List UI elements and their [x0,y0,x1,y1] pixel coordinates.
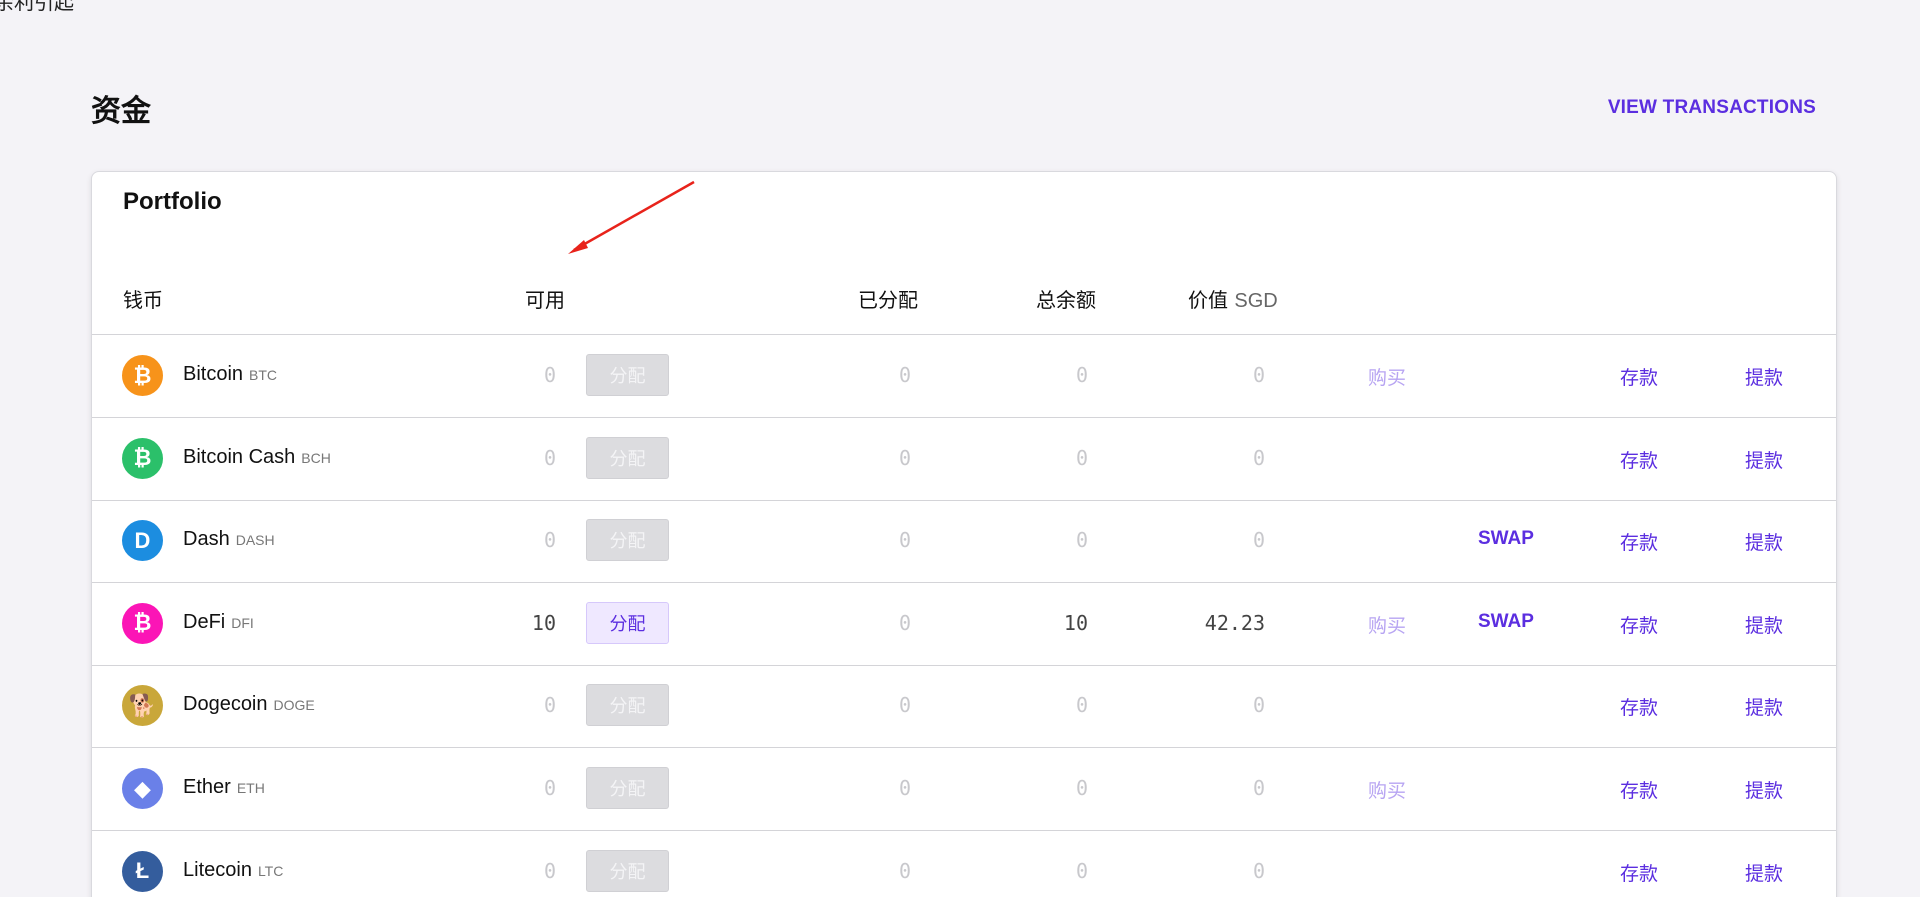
coin-symbol: BCH [301,449,331,466]
available-amount: 0 [543,363,556,387]
annotation-arrow-icon [568,180,695,254]
buy-button[interactable]: 购买 [1368,776,1406,803]
available-amount: 0 [543,858,556,883]
table-header: 钱币 可用 已分配 总余额 价值 SGD [92,268,1836,335]
total-amount: 0 [1075,528,1088,553]
coin-symbol: DFI [231,614,254,631]
coin-symbol: LTC [257,862,284,879]
total-amount: 0 [1075,693,1088,718]
deposit-button[interactable]: 存款 [1620,528,1658,555]
withdraw-button[interactable]: 提款 [1745,693,1783,720]
withdraw-button[interactable]: 提款 [1745,776,1783,803]
value-amount: 42.23 [1204,610,1265,635]
total-amount: 0 [1075,858,1088,883]
funds-page: 余利引起 资金 VIEW TRANSACTIONS Portfolio 钱币 可… [0,0,1920,897]
value-amount: 0 [1252,858,1265,883]
available-amount: 10 [531,610,556,635]
allocate-button[interactable]: 分配 [586,519,669,562]
portfolio-card: Portfolio 钱币 可用 已分配 总余额 价值 SGD ₿ Bitcoin B… [91,171,1837,897]
column-total: 总余额 [1036,288,1096,312]
column-value-label: 价值 [1188,288,1228,312]
deposit-button[interactable]: 存款 [1620,363,1658,390]
value-amount: 0 [1252,693,1265,718]
column-value: 价值 SGD [1188,284,1278,313]
litecoin-icon: Ł [122,850,163,892]
table-row: ◆ Ether ETH 0 分配 0 0 0 购买 存款 提款 [92,748,1836,831]
withdraw-button[interactable]: 提款 [1745,363,1783,390]
allocated-amount: 0 [898,610,911,635]
withdraw-button[interactable]: 提款 [1745,528,1783,555]
allocated-amount: 0 [898,776,911,800]
allocate-button[interactable]: 分配 [586,354,669,396]
allocate-button[interactable]: 分配 [586,601,669,644]
page-title: 资金 [91,94,151,129]
available-amount: 0 [543,776,556,800]
total-amount: 0 [1075,445,1088,470]
deposit-button[interactable]: 存款 [1620,611,1658,638]
withdraw-button[interactable]: 提款 [1745,859,1783,886]
portfolio-title: Portfolio [123,188,222,215]
allocated-amount: 0 [898,693,911,718]
coin-symbol: DOGE [273,697,315,714]
column-available: 可用 [525,288,565,312]
total-amount: 0 [1075,776,1088,800]
bitcoin-icon: ₿ [122,355,163,396]
withdraw-button[interactable]: 提款 [1745,611,1783,638]
buy-button[interactable]: 购买 [1368,611,1406,638]
total-amount: 0 [1075,363,1088,387]
coin-symbol: DASH [235,532,275,549]
allocated-amount: 0 [898,858,911,883]
dash-icon: D [122,520,163,562]
allocate-button[interactable]: 分配 [586,849,669,892]
table-row: 🐕 Dogecoin DOGE 0 分配 0 0 0 存款 提款 [92,665,1836,749]
available-amount: 0 [543,445,556,470]
coin-name: Dash DASH [183,528,275,551]
top-clipped-text: 余利引起 [0,0,74,14]
table-row: ₿ DeFi DFI 10 分配 0 10 42.23 购买 SWAP 存款 提款 [92,583,1836,666]
total-amount: 10 [1063,610,1088,635]
table-row: ₿ Bitcoin Cash BCH 0 分配 0 0 0 存款 提款 [92,418,1836,501]
value-amount: 0 [1252,363,1265,387]
value-amount: 0 [1252,528,1265,553]
column-currency: 钱币 [123,288,163,312]
allocate-button[interactable]: 分配 [586,436,669,479]
available-amount: 0 [543,693,556,718]
coin-name: DeFi DFI [183,610,254,633]
deposit-button[interactable]: 存款 [1620,446,1658,473]
view-transactions-link[interactable]: VIEW TRANSACTIONS [1608,97,1816,119]
coin-name: Bitcoin Cash BCH [183,445,331,468]
deposit-button[interactable]: 存款 [1620,776,1658,803]
column-value-unit: SGD [1234,290,1278,312]
ether-icon: ◆ [122,768,163,809]
deposit-button[interactable]: 存款 [1620,859,1658,886]
swap-button[interactable]: SWAP [1478,528,1534,550]
available-amount: 0 [543,528,556,553]
deposit-button[interactable]: 存款 [1620,693,1658,720]
allocated-amount: 0 [898,445,911,470]
coin-symbol: BTC [249,367,278,383]
value-amount: 0 [1252,776,1265,800]
dogecoin-icon: 🐕 [122,685,163,727]
coin-name: Dogecoin DOGE [183,693,315,716]
defi-icon: ₿ [122,602,163,644]
coin-name: Litecoin LTC [183,858,284,881]
allocate-button[interactable]: 分配 [586,767,669,809]
allocated-amount: 0 [898,528,911,553]
table-row: ₿ Bitcoin BTC 0 分配 0 0 0 购买 存款 提款 [92,335,1836,418]
column-allocated: 已分配 [858,288,918,312]
coin-name: Ether ETH [183,776,265,798]
allocated-amount: 0 [898,363,911,387]
coin-symbol: ETH [236,780,265,796]
coin-name: Bitcoin BTC [183,363,278,385]
bitcoin-cash-icon: ₿ [122,437,163,479]
withdraw-button[interactable]: 提款 [1745,446,1783,473]
page-header: 资金 VIEW TRANSACTIONS [91,86,1816,130]
buy-button[interactable]: 购买 [1368,363,1406,390]
swap-button[interactable]: SWAP [1478,611,1534,633]
value-amount: 0 [1252,445,1265,470]
allocate-button[interactable]: 分配 [586,684,669,727]
table-row: Ł Litecoin LTC 0 分配 0 0 0 存款 提款 [92,831,1836,897]
table-row: D Dash DASH 0 分配 0 0 0 SWAP 存款 提款 [92,500,1836,584]
